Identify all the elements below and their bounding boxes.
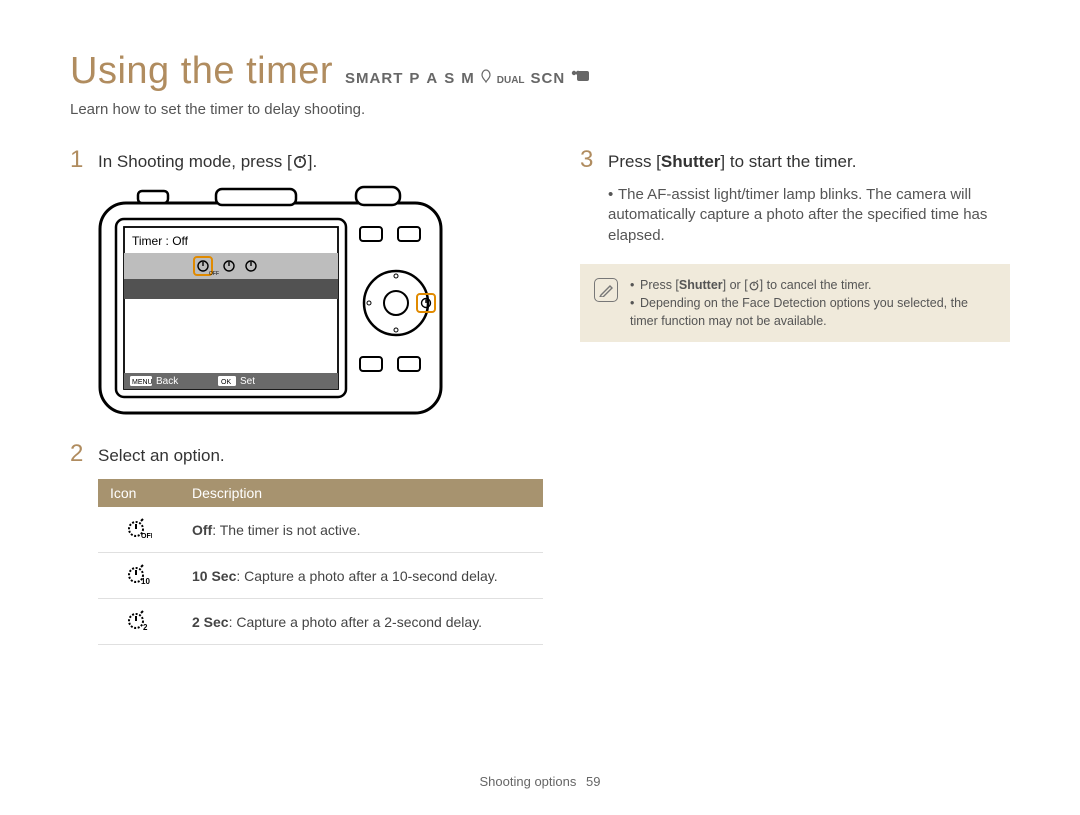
note-item-2: •Depending on the Face Detection options… [630,294,996,330]
timer-icon [292,153,308,169]
timer-icon-small [748,279,760,291]
note-1-a: Press [ [640,278,679,292]
table-cell-desc: 10 Sec: Capture a photo after a 10-secon… [180,553,543,599]
svg-text:MENU: MENU [132,379,153,386]
step-3-number: 3 [580,148,604,172]
step-2: 2 Select an option. [70,442,530,467]
table-head-icon: Icon [98,479,180,507]
bullet-text: The AF-assist light/timer lamp blinks. T… [608,186,987,244]
page-subtitle: Learn how to set the timer to delay shoo… [70,101,1010,118]
mode-m: M [461,70,475,87]
mode-scn: SCN [531,70,566,87]
mode-p: P [409,70,420,87]
camera-illustration: Timer : Off OFF [98,185,530,420]
step-3-text-bold: Shutter [661,152,721,171]
timer-10s-icon: 10 [98,553,180,599]
step-3: 3 Press [Shutter] to start the timer. [580,148,1010,173]
note-1-b: ] or [ [723,278,748,292]
svg-text:OFF: OFF [141,533,152,539]
table-head-desc: Description [180,479,543,507]
step-3-bullets: •The AF-assist light/timer lamp blinks. … [608,185,1010,246]
page-footer: Shooting options 59 [0,774,1080,789]
svg-text:2: 2 [143,623,148,631]
table-row: 2 2 Sec: Capture a photo after a 2-secon… [98,599,543,645]
right-column: 3 Press [Shutter] to start the timer. •T… [580,148,1010,645]
step-1-text-a: In Shooting mode, press [ [98,152,292,171]
svg-text:OK: OK [221,379,231,386]
mode-a: A [426,70,438,87]
note-list: •Press [Shutter] or [] to cancel the tim… [630,276,996,330]
desc-bold: Off [192,522,212,538]
desc-rest: : The timer is not active. [212,522,360,538]
step-1-text-b: ]. [308,152,317,171]
step-1: 1 In Shooting mode, press [ ]. [70,148,530,173]
page-title: Using the timer [70,50,333,93]
desc-bold: 10 Sec [192,568,236,584]
svg-text:OFF: OFF [209,271,219,277]
options-table: Icon Description OFF Off: The timer is n… [98,479,543,645]
timer-off-icon: OFF [98,507,180,553]
desc-rest: : Capture a photo after a 10-second dela… [236,568,497,584]
table-row: OFF Off: The timer is not active. [98,507,543,553]
step-1-number: 1 [70,148,94,172]
note-icon [594,278,618,302]
note-1-bold: Shutter [679,278,723,292]
svg-text:Set: Set [240,376,255,387]
footer-section: Shooting options [480,774,577,789]
note-item-1: •Press [Shutter] or [] to cancel the tim… [630,276,996,294]
mode-smart: SMART [345,70,403,87]
step-2-number: 2 [70,442,94,466]
mode-strip: SMART P A S M DUAL SCN [345,69,597,87]
note-1-c: ] to cancel the timer. [760,278,872,292]
left-column: 1 In Shooting mode, press [ ]. [70,148,530,645]
step-3-text-b: ] to start the timer. [720,152,856,171]
note-box: •Press [Shutter] or [] to cancel the tim… [580,264,1010,342]
timer-2s-icon: 2 [98,599,180,645]
desc-bold: 2 Sec [192,614,229,630]
step-3-text: Press [Shutter] to start the timer. [608,151,856,173]
lcd-label: Timer : Off [132,234,189,248]
step-1-text: In Shooting mode, press [ ]. [98,151,317,173]
mode-dual-icon [481,69,491,87]
table-cell-desc: 2 Sec: Capture a photo after a 2-second … [180,599,543,645]
mode-movie-icon [571,69,591,87]
svg-text:10: 10 [141,577,150,585]
table-row: 10 10 Sec: Capture a photo after a 10-se… [98,553,543,599]
step-2-text: Select an option. [98,445,225,467]
svg-text:Back: Back [156,376,179,387]
desc-rest: : Capture a photo after a 2-second delay… [229,614,482,630]
step-3-text-a: Press [ [608,152,661,171]
mode-s: S [444,70,455,87]
note-2-text: Depending on the Face Detection options … [630,296,968,328]
mode-dual: DUAL [497,75,525,86]
table-cell-desc: Off: The timer is not active. [180,507,543,553]
footer-page-number: 59 [586,774,600,789]
